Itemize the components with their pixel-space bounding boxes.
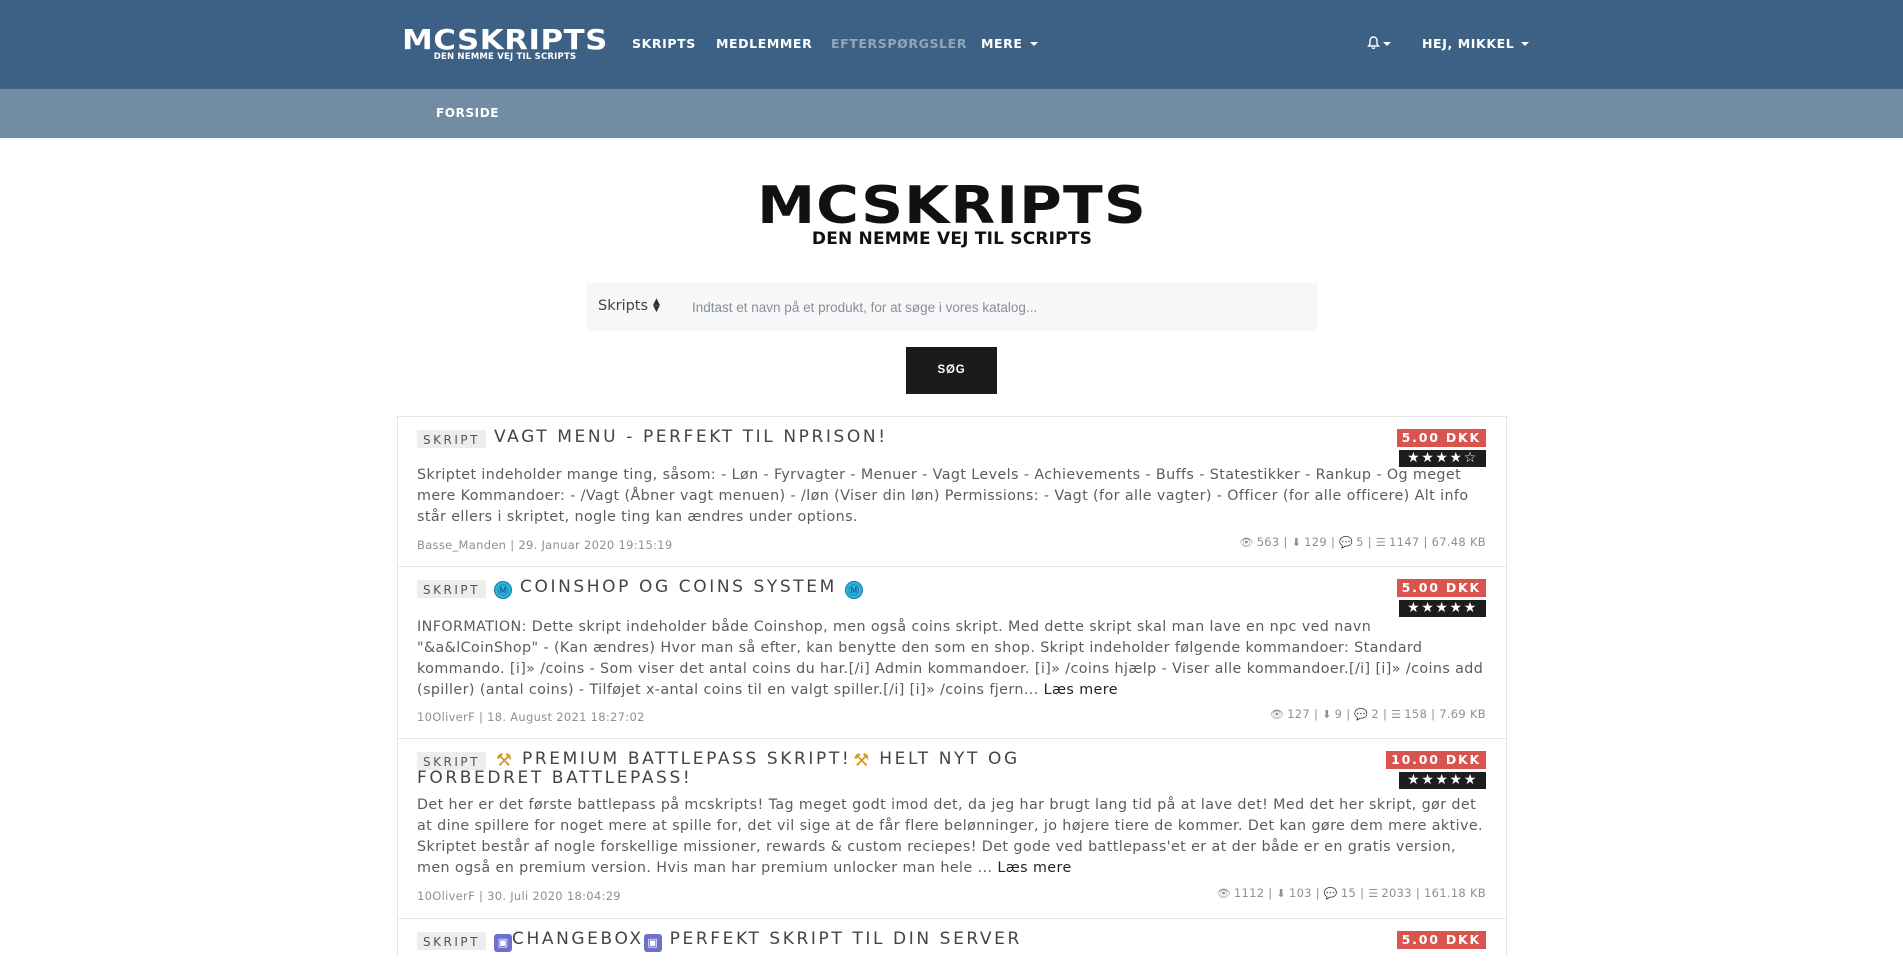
star-rating: ★★★★★: [1399, 600, 1486, 617]
script-title[interactable]: ⚒ PREMIUM BATTLEPASS SKRIPT! ⚒ HELT NYT O…: [494, 750, 1020, 770]
search-button[interactable]: SØG: [906, 347, 997, 394]
select-arrows-icon: ▲ ▼: [653, 297, 660, 314]
comments-count: 15: [1340, 886, 1357, 900]
user-menu-dropdown[interactable]: HEJ, MIKKEL: [1422, 36, 1530, 51]
script-title-line2: HELT NYT OG: [879, 749, 1020, 769]
nav-skripts[interactable]: SKRIPTS: [632, 36, 696, 51]
list-item: SKRIPT VAGT MENU - PERFEKT TIL NPRISON! …: [398, 417, 1506, 567]
top-navbar: MCSKRIPTS DEN NEMME VEJ TIL SCRIPTS SKRI…: [0, 0, 1903, 89]
script-title[interactable]: Ⓜ COINSHOP OG COINS SYSTEM Ⓜ: [494, 578, 863, 599]
price-badge: 10.00 DKK: [1386, 751, 1486, 769]
price-badge: 5.00 DKK: [1396, 579, 1486, 597]
script-title-rest: PERFEKT SKRIPT TIL DIN SERVER: [669, 929, 1022, 949]
sub-navbar: FORSIDE: [0, 89, 1903, 138]
author-date: Basse_Manden | 29. Januar 2020 19:15:19: [417, 538, 673, 552]
eye-icon: 👁: [1239, 536, 1254, 549]
chevron-down-icon: [1521, 42, 1530, 46]
eye-icon: 👁: [1269, 708, 1285, 721]
script-title-continued[interactable]: FORBEDRET BATTLEPASS!: [417, 769, 692, 788]
notifications-button[interactable]: [1367, 36, 1397, 52]
script-description: Skriptet indeholder mange ting, såsom: -…: [417, 465, 1487, 528]
search-category-value: Skripts: [598, 298, 649, 314]
coin-emoji-icon: Ⓜ: [494, 581, 512, 599]
search-bar: Skripts ▲ ▼: [587, 283, 1317, 331]
lines-icon: ☰: [1391, 708, 1402, 721]
author-date: 10OliverF | 18. August 2021 18:27:02: [417, 710, 645, 724]
script-title-text: COINSHOP OG COINS SYSTEM: [520, 577, 837, 597]
comments-count: 2: [1371, 707, 1379, 721]
script-description: INFORMATION: Dette skript indeholder båd…: [417, 617, 1487, 701]
price-badge: 5.00 DKK: [1396, 931, 1486, 949]
eye-icon: 👁: [1216, 887, 1231, 900]
list-item: SKRIPT ▣ CHANGEBOX ▣ PERFEKT SKRIPT TIL DI…: [398, 919, 1506, 979]
type-badge: SKRIPT: [417, 580, 486, 598]
site-logo-text: MCSKRIPTS: [402, 23, 608, 56]
file-size: 67.48 KB: [1431, 535, 1486, 549]
script-stats: 👁 1112 | ⬇ 103 | 💬 15 | ☰ 2033 | 161.18 KB: [1216, 886, 1486, 900]
hero-logo: MCSKRIPTS DEN NEMME VEJ TIL SCRIPTS: [746, 180, 1158, 248]
nav-mere-dropdown[interactable]: MERE: [981, 36, 1038, 51]
type-badge: SKRIPT: [417, 430, 486, 448]
comments-icon: 💬: [1323, 887, 1338, 900]
nav-medlemmer[interactable]: MEDLEMMER: [716, 36, 812, 51]
bell-icon: [1367, 36, 1380, 50]
views-count: 127: [1287, 707, 1311, 721]
read-more-link[interactable]: Læs mere: [1044, 682, 1118, 698]
nav-forside[interactable]: FORSIDE: [436, 106, 499, 120]
downloads-count: 129: [1304, 535, 1328, 549]
comments-icon: 💬: [1354, 708, 1369, 721]
nav-mere-label: MERE: [981, 36, 1023, 51]
type-badge: SKRIPT: [417, 932, 486, 950]
comments-icon: 💬: [1339, 536, 1354, 549]
views-count: 563: [1256, 535, 1280, 549]
list-item: SKRIPT Ⓜ COINSHOP OG COINS SYSTEM Ⓜ 5.00…: [398, 567, 1506, 739]
views-count: 1112: [1233, 886, 1265, 900]
script-title-text: PREMIUM BATTLEPASS SKRIPT!: [522, 749, 852, 769]
lines-icon: ☰: [1375, 536, 1387, 549]
download-icon: ⬇: [1322, 708, 1332, 721]
nav-efterspoergsler[interactable]: EFTERSPØRGSLER: [831, 36, 967, 51]
lines-icon: ☰: [1368, 887, 1379, 900]
script-title[interactable]: VAGT MENU - PERFEKT TIL NPRISON!: [494, 428, 888, 447]
lines-count: 2033: [1381, 886, 1412, 900]
chevron-down-icon: [1383, 42, 1391, 46]
script-title[interactable]: ▣ CHANGEBOX ▣ PERFEKT SKRIPT TIL DIN SERVE…: [494, 930, 1022, 952]
script-title-text: CHANGEBOX: [512, 929, 644, 949]
downloads-count: 103: [1288, 886, 1312, 900]
script-stats: 👁 563 | ⬇ 129 | 💬 5 | ☰ 1147 | 67.48 KB: [1239, 535, 1486, 549]
script-stats: 👁 127 | ⬇ 9 | 💬 2 | ☰ 158 | 7.69 KB: [1269, 707, 1486, 721]
price-badge: 5.00 DKK: [1396, 429, 1486, 447]
read-more-link[interactable]: Læs mere: [997, 860, 1071, 876]
file-size: 161.18 KB: [1423, 886, 1486, 900]
script-listing: SKRIPT VAGT MENU - PERFEKT TIL NPRISON! …: [397, 416, 1507, 956]
description-text: Det her er det første battlepass på mcsk…: [417, 797, 1483, 876]
file-size: 7.69 KB: [1439, 707, 1486, 721]
download-icon: ⬇: [1276, 887, 1286, 900]
description-text: Skriptet indeholder mange ting, såsom: -…: [417, 467, 1469, 525]
comments-count: 5: [1356, 535, 1364, 549]
chevron-down-icon: [1029, 42, 1038, 46]
lines-count: 158: [1404, 707, 1428, 721]
author-date: 10OliverF | 30. Juli 2020 18:04:29: [417, 889, 621, 903]
downloads-count: 9: [1334, 707, 1343, 721]
user-greeting: HEJ, MIKKEL: [1422, 36, 1515, 51]
hero-logo-text: MCSKRIPTS: [757, 176, 1147, 236]
list-item: SKRIPT ⚒ PREMIUM BATTLEPASS SKRIPT! ⚒ HEL…: [398, 739, 1506, 919]
search-input[interactable]: [684, 283, 1304, 331]
search-category-select[interactable]: Skripts ▲ ▼: [587, 283, 672, 331]
script-description: Det her er det første battlepass på mcsk…: [417, 795, 1487, 879]
description-text: INFORMATION: Dette skript indeholder båd…: [417, 619, 1484, 698]
star-rating: ★★★★★: [1399, 772, 1486, 789]
coin-emoji-icon: Ⓜ: [844, 581, 863, 599]
download-icon: ⬇: [1291, 536, 1302, 549]
lines-count: 1147: [1389, 535, 1420, 549]
site-logo[interactable]: MCSKRIPTS DEN NEMME VEJ TIL SCRIPTS: [402, 26, 607, 62]
hammer-pick-emoji-icon: ⚒: [853, 750, 870, 771]
